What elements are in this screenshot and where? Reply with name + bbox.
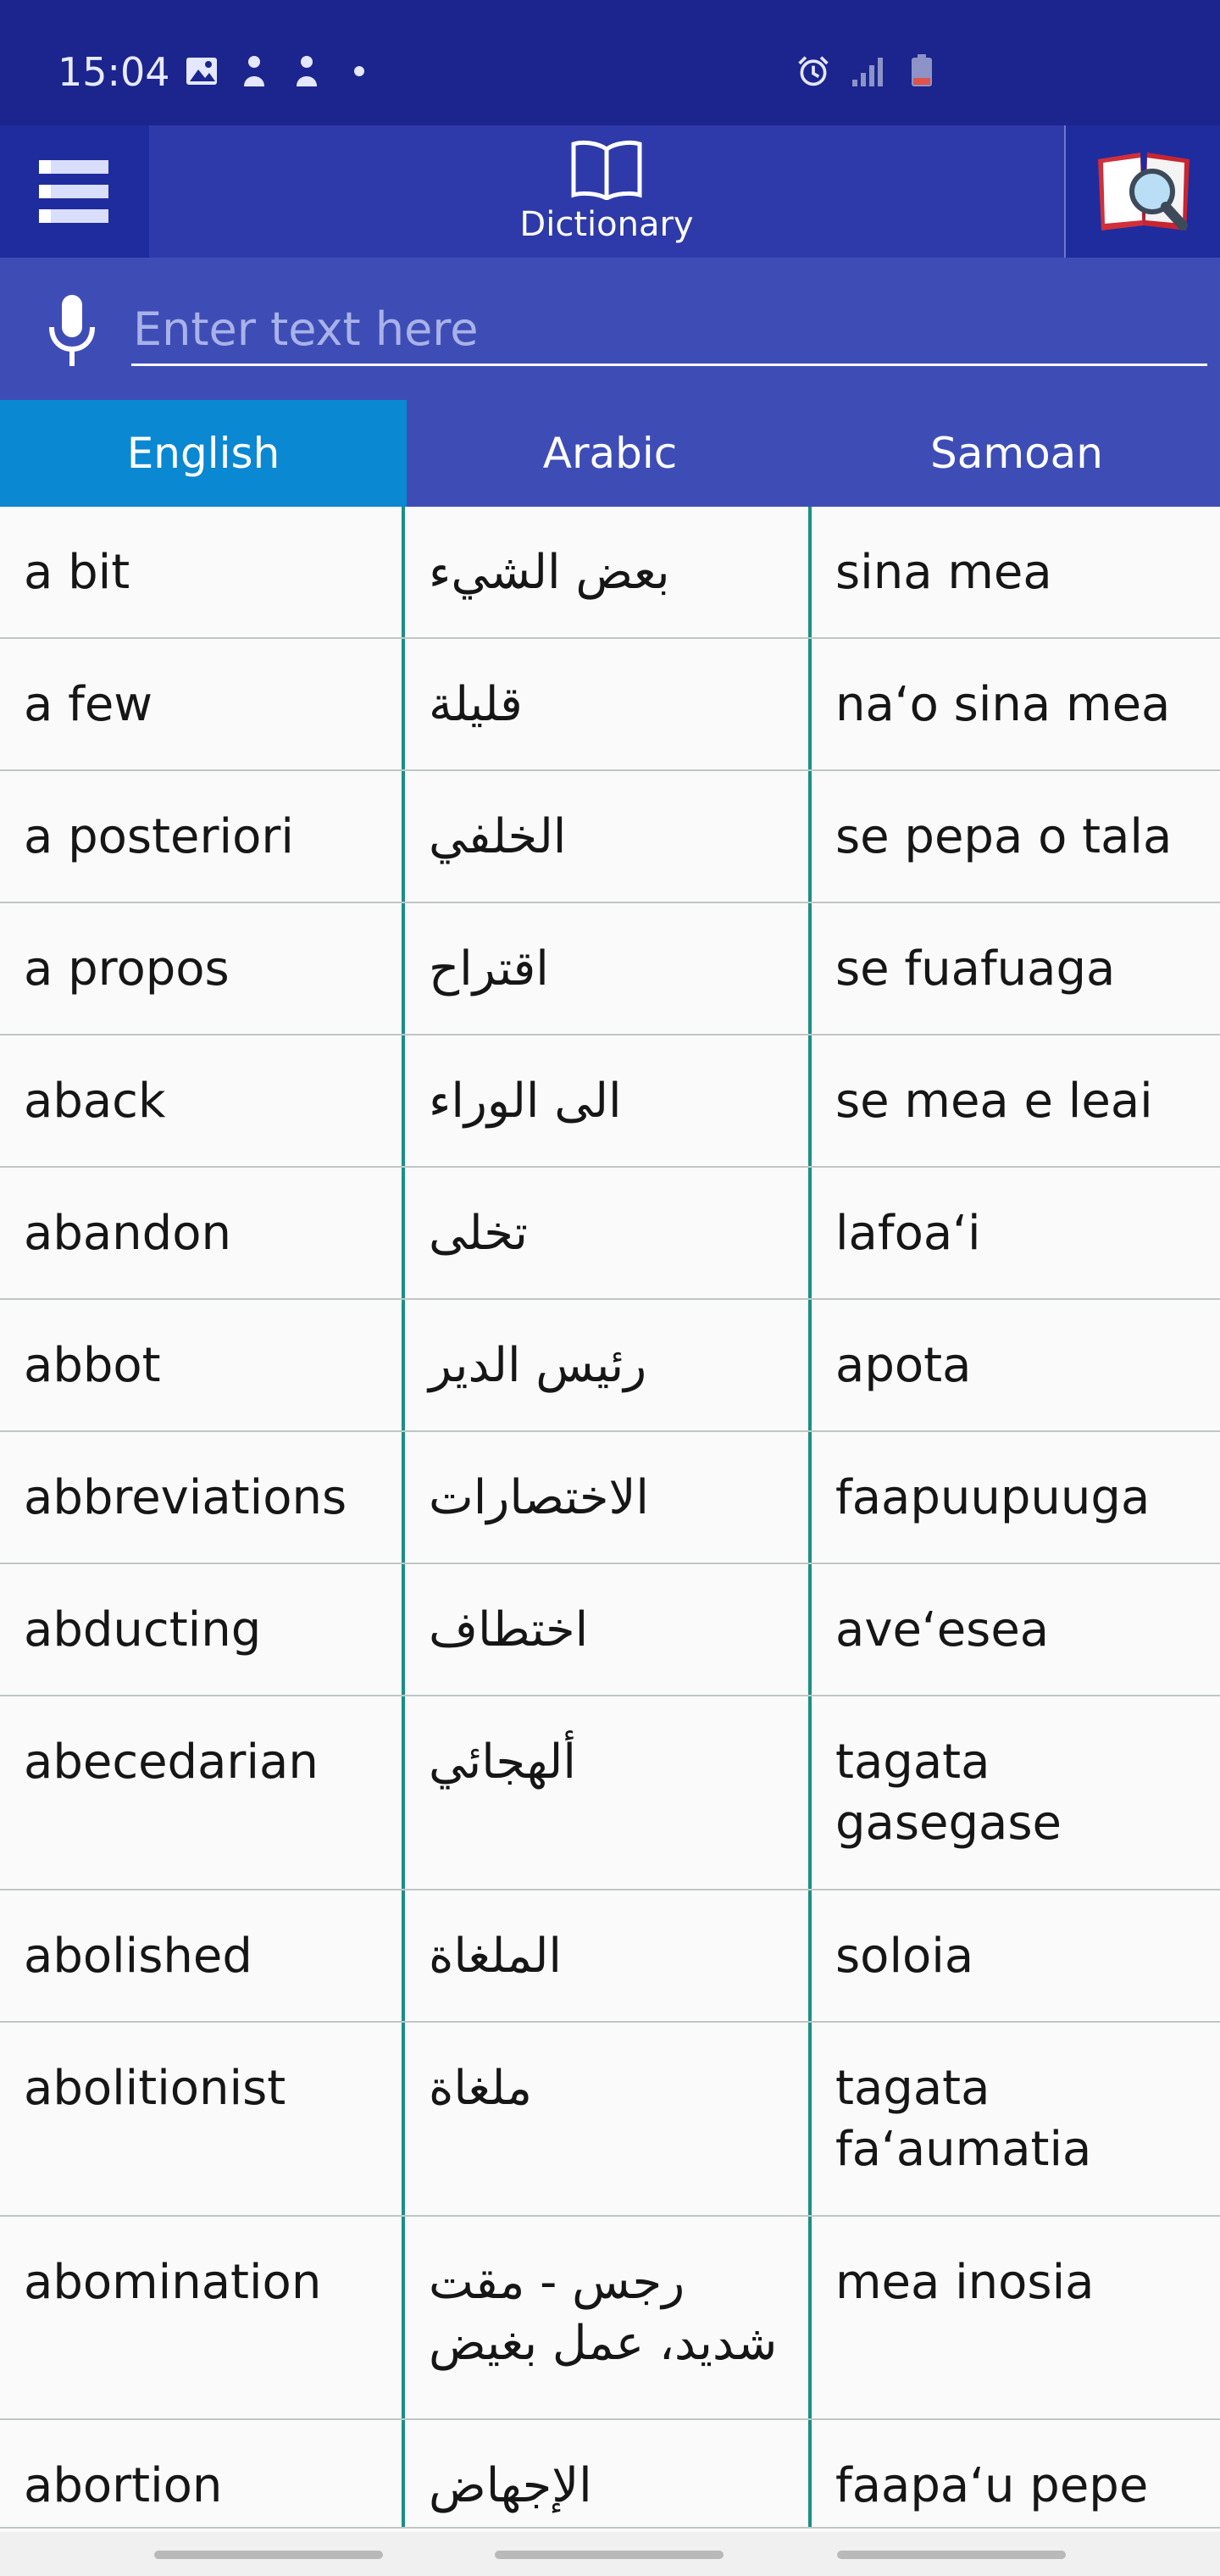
navigation-bar	[0, 2532, 1220, 2576]
samoan-cell: se fuafuaga	[835, 941, 1116, 997]
samoan-cell: tagata fa‘aumatia	[835, 2061, 1092, 2177]
status-right-icons	[796, 54, 939, 88]
arabic-cell: رئيس الدير	[405, 1300, 812, 1430]
samoan-cell: na‘o sina mea	[835, 677, 1171, 732]
dot-icon	[342, 54, 376, 88]
table-row[interactable]: abbot رئيس الدير apota	[0, 1300, 1220, 1432]
menu-button[interactable]	[0, 125, 147, 258]
tab-arabic[interactable]: Arabic	[407, 400, 813, 507]
tab-dictionary-label: Dictionary	[519, 205, 694, 244]
samoan-cell: mea inosia	[835, 2255, 1095, 2310]
dictionary-search-icon	[1098, 153, 1190, 230]
table-row[interactable]: abortion الإجهاض faapa‘u pepe	[0, 2420, 1220, 2529]
samoan-cell: ave‘esea	[835, 1602, 1050, 1657]
english-cell: abbreviations	[0, 1432, 405, 1563]
arabic-cell: الخلفي	[405, 771, 812, 902]
status-bar: 15:04	[0, 0, 1220, 125]
table-row[interactable]: a bit بعض الشيء sina mea	[0, 507, 1220, 639]
samoan-cell: soloia	[835, 1929, 974, 1984]
dictionary-search-button[interactable]	[1068, 125, 1220, 258]
status-left-icons	[185, 54, 376, 88]
table-row[interactable]: abducting اختطاف ave‘esea	[0, 1564, 1220, 1696]
english-cell: a few	[0, 639, 405, 769]
english-cell: abbot	[0, 1300, 405, 1430]
english-cell: a propos	[0, 903, 405, 1034]
table-row[interactable]: abolitionist ملغاة tagata fa‘aumatia	[0, 2023, 1220, 2217]
arabic-cell: اقتراح	[405, 903, 812, 1034]
app-bar: Dictionary	[0, 125, 1220, 258]
arabic-cell: اختطاف	[405, 1564, 812, 1695]
samoan-cell: tagata gasegase	[835, 1735, 1062, 1851]
table-row[interactable]: abbreviations الاختصارات faapuupuuga	[0, 1432, 1220, 1564]
arabic-cell: قليلة	[405, 639, 812, 769]
nav-recents-handle[interactable]	[154, 2551, 383, 2559]
samoan-cell: se pepa o tala	[835, 809, 1173, 864]
english-cell: a bit	[0, 507, 405, 637]
arabic-cell: رجس - مقت شديد، عمل بغيض	[405, 2217, 812, 2418]
menu-icon	[39, 160, 108, 223]
english-cell: abducting	[0, 1564, 405, 1695]
battery-icon	[905, 54, 939, 88]
nav-home-handle[interactable]	[495, 2551, 724, 2559]
arabic-cell: الى الوراء	[405, 1035, 812, 1166]
arabic-cell: ألهجائي	[405, 1696, 812, 1889]
english-cell: a posteriori	[0, 771, 405, 902]
samoan-cell: faapa‘u pepe	[835, 2458, 1149, 2513]
table-row[interactable]: abecedarian ألهجائي tagata gasegase	[0, 1696, 1220, 1890]
samoan-cell: se mea e leai	[835, 1074, 1153, 1129]
samoan-cell: apota	[835, 1338, 972, 1393]
english-cell: abolished	[0, 1890, 405, 2021]
signal-icon	[851, 54, 884, 88]
book-icon	[571, 140, 642, 200]
arabic-cell: الملغاة	[405, 1890, 812, 2021]
table-row[interactable]: abandon تخلى lafoa‘i	[0, 1168, 1220, 1300]
image-icon	[185, 54, 219, 88]
table-row[interactable]: a few قليلة na‘o sina mea	[0, 639, 1220, 771]
samoan-cell: sina mea	[835, 545, 1052, 600]
table-row[interactable]: abomination رجس - مقت شديد، عمل بغيض mea…	[0, 2217, 1220, 2420]
table-row[interactable]: a posteriori الخلفي se pepa o tala	[0, 771, 1220, 903]
samoan-cell: faapuupuuga	[835, 1470, 1151, 1525]
table-row[interactable]: abolished الملغاة soloia	[0, 1890, 1220, 2023]
microphone-icon	[49, 295, 95, 366]
english-cell: abandon	[0, 1168, 405, 1298]
status-time: 15:04	[58, 49, 170, 95]
notification-icon	[237, 54, 271, 88]
tab-english[interactable]: English	[0, 400, 407, 507]
search-input[interactable]	[131, 295, 1207, 366]
tab-samoan[interactable]: Samoan	[813, 400, 1220, 507]
arabic-cell: الاختصارات	[405, 1432, 812, 1563]
microphone-button[interactable]	[42, 295, 102, 371]
language-tabs: English Arabic Samoan	[0, 400, 1220, 507]
table-row[interactable]: a propos اقتراح se fuafuaga	[0, 903, 1220, 1035]
english-cell: abecedarian	[0, 1696, 405, 1889]
english-cell: abomination	[0, 2217, 405, 2418]
nav-back-handle[interactable]	[837, 2551, 1066, 2559]
english-cell: aback	[0, 1035, 405, 1166]
table-row[interactable]: aback الى الوراء se mea e leai	[0, 1035, 1220, 1168]
samoan-cell: lafoa‘i	[835, 1206, 981, 1261]
notification-icon	[290, 54, 324, 88]
arabic-cell: الإجهاض	[405, 2420, 812, 2527]
english-cell: abortion	[0, 2420, 405, 2527]
arabic-cell: ملغاة	[405, 2023, 812, 2215]
search-bar	[0, 258, 1220, 400]
tab-dictionary[interactable]: Dictionary	[149, 125, 1066, 258]
english-cell: abolitionist	[0, 2023, 405, 2215]
arabic-cell: بعض الشيء	[405, 507, 812, 637]
arabic-cell: تخلى	[405, 1168, 812, 1298]
dictionary-table: a bit بعض الشيء sina mea a few قليلة na‘…	[0, 507, 1220, 2529]
alarm-icon	[796, 54, 830, 88]
